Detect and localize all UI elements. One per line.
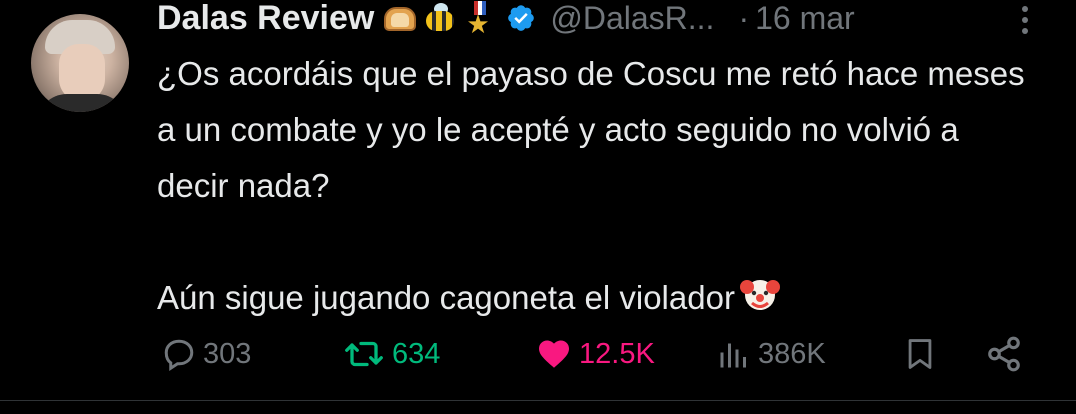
avatar-shirt (37, 94, 127, 112)
more-options-icon[interactable] (1015, 4, 1035, 36)
reply-icon (164, 339, 194, 372)
reply-button[interactable]: 303 (161, 334, 251, 374)
tweet-date[interactable]: 16 mar (755, 0, 855, 37)
share-icon (988, 336, 1020, 372)
tweet-paragraph-2-text: Aún sigue jugando cagoneta el violador (157, 279, 735, 316)
badge-row: ★ (382, 1, 536, 37)
avatar[interactable] (31, 14, 129, 112)
bee-icon (422, 1, 458, 35)
retweet-count: 634 (392, 337, 441, 370)
medal-icon: ★ (462, 1, 498, 37)
views-chart-icon (720, 343, 746, 368)
views-count: 386K (758, 337, 826, 370)
views-button[interactable]: 386K (716, 334, 826, 374)
tweet-paragraph-2: Aún sigue jugando cagoneta el violador (157, 270, 1037, 326)
tweet-divider (0, 400, 1076, 401)
retweet-button[interactable]: 634 (342, 334, 440, 374)
share-button[interactable] (985, 334, 1023, 374)
verified-icon (508, 5, 535, 31)
tweet-actions: 303 634 12.5K 386K (0, 334, 1076, 374)
bookmark-icon (908, 339, 932, 369)
heart-icon (539, 340, 569, 368)
tweet[interactable]: Dalas Review ★ @DalasR... · 16 mar ¿Os a… (0, 0, 1076, 414)
clown-face-icon (739, 280, 780, 310)
header-separator: · (738, 0, 750, 36)
like-count: 12.5K (579, 337, 655, 370)
bookmark-button[interactable] (903, 334, 937, 374)
reply-count: 303 (203, 337, 252, 370)
bread-icon (382, 1, 418, 35)
tweet-paragraph-1: ¿Os acordáis que el payaso de Coscu me r… (157, 55, 1025, 204)
author-name[interactable]: Dalas Review (157, 0, 374, 38)
tweet-text: ¿Os acordáis que el payaso de Coscu me r… (157, 46, 1037, 326)
like-button[interactable]: 12.5K (535, 334, 655, 374)
tweet-header: Dalas Review ★ @DalasR... · 16 mar (157, 0, 855, 38)
retweet-icon (345, 341, 383, 367)
author-handle[interactable]: @DalasR... (550, 0, 714, 37)
